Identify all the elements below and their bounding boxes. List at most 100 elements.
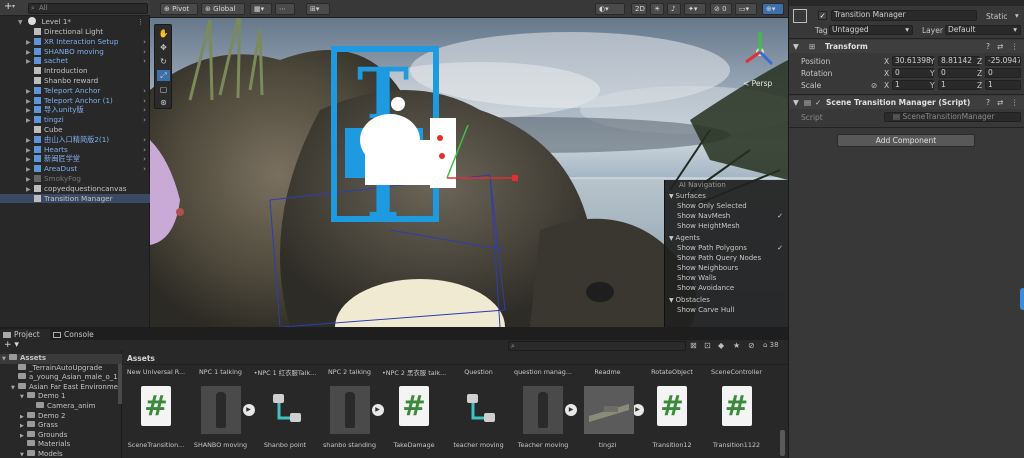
scale-y-field[interactable]: 1 xyxy=(938,80,980,90)
hierarchy-item[interactable]: ▶ Teleport Anchor (1) › xyxy=(0,96,150,106)
lighting-toggle-icon[interactable]: ☀ xyxy=(650,3,664,15)
tag-icon[interactable]: ◆ xyxy=(718,341,724,350)
toggle-2d-button[interactable]: 2D xyxy=(631,3,647,15)
more-options-icon[interactable]: ⋮ xyxy=(137,17,144,27)
asset-label-previous-row[interactable]: •NPC 1 红衣服Talk... xyxy=(253,368,317,377)
prefab-chevron-icon[interactable]: › xyxy=(143,37,146,47)
folder-tree-item[interactable]: ▶ Grass xyxy=(0,421,122,431)
hierarchy-item[interactable]: ▶ Teleport Anchor › xyxy=(0,86,150,96)
dropdown-arrow-icon[interactable]: ▾ xyxy=(12,3,15,10)
overlay-toggle-item[interactable]: Show Path Query Nodes xyxy=(665,253,789,263)
rotate-tool-icon[interactable]: ↻ xyxy=(157,56,170,67)
breadcrumb[interactable]: Assets xyxy=(127,354,155,363)
folder-tree-item[interactable]: ▼ Models xyxy=(0,450,122,458)
asset-item[interactable]: # xyxy=(644,382,704,446)
preset-icon[interactable]: ⇄ xyxy=(997,98,1003,107)
asset-item[interactable]: # xyxy=(386,382,446,446)
hierarchy-item[interactable]: ▶ XR Interaction Setup › xyxy=(0,37,150,47)
tag-dropdown[interactable]: Untagged ▾ xyxy=(829,25,913,35)
hand-tool-icon[interactable]: ✋ xyxy=(157,28,170,39)
asset-label-previous-row[interactable]: New Universal R... xyxy=(124,368,188,376)
expand-arrow-icon[interactable]: ▼ xyxy=(793,42,799,51)
hidden-packages-icon[interactable]: ⊘ xyxy=(748,341,755,350)
position-z-field[interactable]: -25.0947 xyxy=(985,56,1021,66)
scroll-handle[interactable] xyxy=(1020,288,1024,310)
constrain-proportions-icon[interactable]: ⊘ xyxy=(871,81,877,90)
prefab-chevron-icon[interactable]: › xyxy=(143,86,146,96)
rotation-y-field[interactable]: 0 xyxy=(938,68,980,78)
active-checkbox[interactable]: ✓ xyxy=(818,11,827,20)
tab-project[interactable]: Project xyxy=(0,329,50,340)
hierarchy-scene-row[interactable]: ▼ Level 1* ⋮ xyxy=(0,17,150,27)
overlay-group-header[interactable]: ▼ Surfaces xyxy=(665,191,789,201)
static-dropdown-icon[interactable]: ▾ xyxy=(1015,11,1019,20)
more-options-icon[interactable]: ⋮ xyxy=(1011,42,1019,51)
hierarchy-item[interactable]: ▶ copyedquestioncanvas xyxy=(0,184,150,194)
hierarchy-item[interactable]: Cube xyxy=(0,125,150,135)
hierarchy-item[interactable]: Introduction xyxy=(0,66,150,76)
scale-x-field[interactable]: 1 xyxy=(892,80,934,90)
overlay-group-header[interactable]: ▼ Obstacles xyxy=(665,295,789,305)
hierarchy-item[interactable]: Transition Manager xyxy=(0,193,150,204)
hierarchy-item[interactable]: ▶ AreaDust › xyxy=(0,164,150,174)
global-dropdown[interactable]: ⊛ Global xyxy=(201,3,245,15)
prefab-chevron-icon[interactable]: › xyxy=(143,115,146,125)
expand-arrow-icon[interactable]: ▼ xyxy=(20,451,27,458)
hierarchy-item[interactable]: ▶ 新闽匠学堂 › xyxy=(0,154,150,164)
script-reference-field[interactable]: ▤ SceneTransitionManager xyxy=(884,112,1021,122)
rotation-z-field[interactable]: 0 xyxy=(985,68,1021,78)
folder-tree-item[interactable]: _TerrainAutoUpgrade xyxy=(0,363,122,374)
asset-item[interactable]: # xyxy=(709,382,769,446)
hierarchy-item[interactable]: ▶ Hearts › xyxy=(0,145,150,155)
prefab-chevron-icon[interactable]: › xyxy=(143,56,146,66)
asset-label-previous-row[interactable]: RotateObject xyxy=(640,368,704,376)
folder-tree-item[interactable]: Materials xyxy=(0,440,122,450)
asset-item[interactable]: ▶ xyxy=(193,382,255,446)
help-icon[interactable]: ? xyxy=(986,98,990,107)
folder-tree-item[interactable]: a_young_Asian_male_o_1 xyxy=(0,373,122,383)
gizmos-button[interactable]: ⊕▾ xyxy=(762,3,784,15)
more-options-icon[interactable]: ⋮ xyxy=(1011,98,1019,107)
asset-label-previous-row[interactable]: SceneController xyxy=(705,368,769,376)
asset-label-previous-row[interactable]: •NPC 2 黑衣服 talk... xyxy=(382,368,446,377)
rotation-x-field[interactable]: 0 xyxy=(892,68,934,78)
tab-console[interactable]: Console xyxy=(50,329,100,340)
prefab-chevron-icon[interactable]: › xyxy=(143,47,146,57)
folder-tree-item[interactable]: ▶ Demo 2 xyxy=(0,411,122,422)
overlay-toggle-item[interactable]: Show Neighbours xyxy=(665,263,789,273)
asset-item[interactable]: # xyxy=(128,382,188,446)
scale-z-field[interactable]: 1 xyxy=(985,80,1021,90)
hierarchy-item[interactable]: ▶ 导入unity版 › xyxy=(0,105,150,115)
favorite-icon[interactable]: ★ xyxy=(733,341,740,350)
pivot-dropdown[interactable]: ⊕ Pivot xyxy=(160,3,198,15)
move-tool-icon[interactable]: ✥ xyxy=(157,42,170,53)
search-by-type-icon[interactable]: ⊠ xyxy=(690,341,697,350)
transform-header[interactable]: ▼ ⊞ Transform ? ⇄ ⋮ xyxy=(789,40,1024,53)
folder-tree-item[interactable]: ▼ Demo 1 xyxy=(0,392,122,402)
preset-icon[interactable]: ⇄ xyxy=(997,42,1003,51)
prefab-chevron-icon[interactable]: › xyxy=(143,105,146,115)
asset-item[interactable]: ▶ xyxy=(322,382,384,446)
position-x-field[interactable]: 30.61398 xyxy=(892,56,934,66)
hidden-objects-icon[interactable]: ⊘ 0 xyxy=(710,3,732,15)
snap-increment-button[interactable]: ⋯ xyxy=(275,3,295,15)
hierarchy-item[interactable]: ▶ SHANBO moving › xyxy=(0,47,150,57)
add-component-button[interactable]: Add Component xyxy=(837,134,975,147)
asset-label-previous-row[interactable]: Question xyxy=(447,368,511,376)
prefab-chevron-icon[interactable]: › xyxy=(143,164,146,174)
hierarchy-item[interactable]: ▶ 由山入口精简版2(1) › xyxy=(0,135,150,145)
folder-tree-item[interactable]: ▼ Asian Far East Environme xyxy=(0,382,122,393)
play-icon[interactable]: ▶ xyxy=(371,404,384,416)
overlay-toggle-item[interactable]: Show Path Polygons ✓ xyxy=(665,243,789,253)
prefab-chevron-icon[interactable]: › xyxy=(143,96,146,106)
search-by-label-icon[interactable]: ⊡ xyxy=(704,341,711,350)
asset-label-previous-row[interactable]: NPC 1 talking xyxy=(189,368,253,376)
camera-settings-icon[interactable]: ▭▾ xyxy=(735,3,757,15)
expand-arrow-icon[interactable]: ▼ xyxy=(793,98,799,107)
move-snap-button[interactable]: ⊞▾ xyxy=(306,3,330,15)
help-icon[interactable]: ? xyxy=(986,42,990,51)
hierarchy-item[interactable]: ▶ tingzi › xyxy=(0,115,150,125)
prefab-chevron-icon[interactable]: › xyxy=(143,154,146,164)
play-icon[interactable]: ▶ xyxy=(242,404,255,416)
position-y-field[interactable]: 8.81142 xyxy=(938,56,980,66)
